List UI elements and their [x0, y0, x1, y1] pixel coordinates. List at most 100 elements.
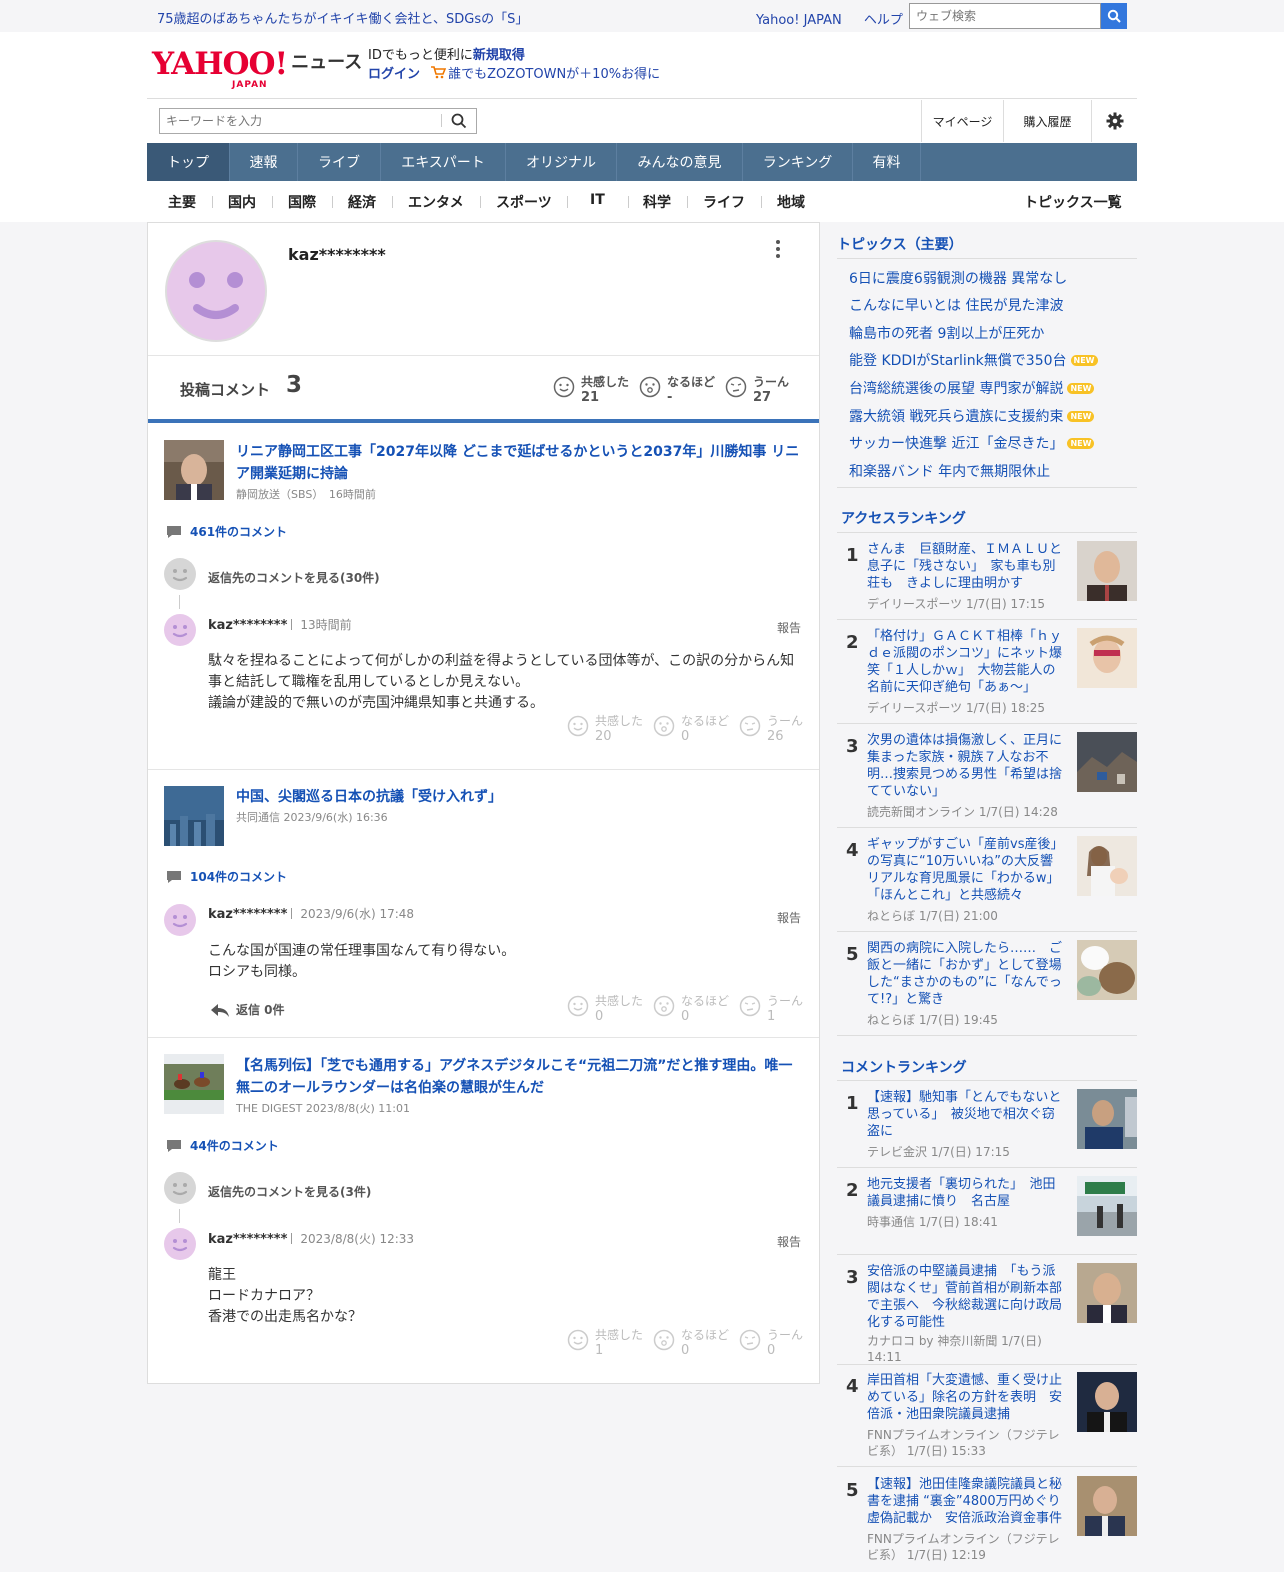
report-link[interactable]: 報告 [777, 909, 801, 926]
tab-breaking[interactable]: 速報 [230, 143, 298, 181]
reaction-insightful-button[interactable]: なるほど 0 [653, 993, 729, 1025]
ranking-item[interactable]: 3 安倍派の中堅議員逮捕 「もう派閥はなくせ」菅前首相が刷新本部で主張へ 今秋総… [837, 1263, 1137, 1364]
ranking-item[interactable]: 5 【速報】池田佳隆衆議院議員と秘書を逮捕 “裏金”4800万円めぐり虚偽記載か… [837, 1476, 1137, 1572]
divider [837, 931, 1137, 932]
reaction-hmm-button[interactable]: うーん 26 [739, 713, 803, 745]
zozotown-promo-link[interactable]: 誰でもZOZOTOWNが＋10%お得に [448, 67, 660, 82]
topics-all-link[interactable]: トピックス一覧 [1024, 192, 1122, 212]
register-link[interactable]: 新規取得 [473, 48, 525, 63]
article-title[interactable]: 中国、尖閣巡る日本の抗議「受け入れず」 [236, 786, 804, 808]
tab-paid[interactable]: 有料 [853, 143, 921, 181]
category-nav: 主要 国内 国際 経済 エンタメ スポーツ IT 科学 ライフ 地域 トピックス… [147, 190, 1137, 214]
keyword-search-input[interactable] [159, 108, 477, 134]
topic-link[interactable]: こんなに早いとは 住民が見た津波 [849, 295, 1063, 315]
ranking-item[interactable]: 1 さんま 巨額財産、ＩＭＡＬＵと息子に「残さない」 家も車も別荘も きよしに理… [837, 541, 1137, 637]
topic-link[interactable]: 能登 KDDIがStarlink無償で350台 NEW [849, 350, 1098, 370]
reaction-hmm-button[interactable]: うーん 1 [739, 993, 803, 1025]
comment-user[interactable]: kaz******** 2023/8/8(火) 12:33 [208, 1230, 414, 1247]
topic-link[interactable]: 露大統領 戦死兵ら遺族に支援約束 NEW [849, 406, 1095, 426]
cat-life[interactable]: ライフ [703, 192, 745, 212]
tab-ranking[interactable]: ランキング [743, 143, 853, 181]
report-link[interactable]: 報告 [777, 619, 801, 636]
smiley-icon [172, 1239, 188, 1252]
article-title[interactable]: リニア静岡工区工事「2027年以降 どこまで延ばせるかというと2037年」川勝知… [236, 441, 804, 485]
avatar [164, 904, 196, 936]
topic-link[interactable]: 和楽器バンド 年内で無期限休止 [849, 461, 1050, 481]
smiley-icon [172, 1183, 188, 1196]
ranking-item[interactable]: 2 「格付け」ＧＡＣＫＴ相棒「ｈｙｄｅ派閥のポンコツ」にネット爆笑「１人しかｗ」… [837, 628, 1137, 724]
cat-main[interactable]: 主要 [168, 192, 196, 212]
reaction-insightful-button[interactable]: なるほど 0 [653, 713, 729, 745]
cat-economy[interactable]: 経済 [348, 192, 376, 212]
ranking-thumbnail [1077, 940, 1137, 1000]
help-link[interactable]: ヘルプ [864, 13, 903, 28]
tab-original[interactable]: オリジナル [506, 143, 617, 181]
login-link[interactable]: ログイン [368, 67, 420, 82]
cat-sports[interactable]: スポーツ [496, 192, 552, 212]
comment-ranking-title[interactable]: コメントランキング [841, 1057, 967, 1077]
report-link[interactable]: 報告 [777, 1233, 801, 1250]
ranking-item[interactable]: 1 【速報】馳知事「とんでもないと思っている」 被災地で相次ぐ窃盗に テレビ金沢… [837, 1089, 1137, 1169]
tab-opinions[interactable]: みんなの意見 [617, 143, 743, 181]
ranking-item[interactable]: 4 ギャップがすごい「産前vs産後」の写真に“10万いいね”の大反響 リアルな育… [837, 836, 1137, 932]
cat-entertainment[interactable]: エンタメ [408, 192, 464, 212]
see-parent-comment-link[interactable]: 返信先のコメントを見る(3件) [208, 1183, 371, 1200]
thinking-face-icon [739, 995, 761, 1017]
topics-title[interactable]: トピックス（主要） [837, 234, 963, 254]
reaction-empathy-button[interactable]: 共感した 0 [567, 993, 643, 1025]
comment-count-link[interactable]: 104件のコメント [166, 868, 287, 885]
surprised-face-icon [653, 995, 675, 1017]
divider [837, 827, 1137, 828]
web-search-button[interactable] [1101, 3, 1127, 29]
comment-count-link[interactable]: 461件のコメント [166, 523, 287, 540]
see-parent-comment-link[interactable]: 返信先のコメントを見る(30件) [208, 569, 380, 586]
reply-button[interactable]: 返信 0件 [210, 1001, 285, 1018]
reaction-empathy-button[interactable]: 共感した 20 [567, 713, 643, 745]
ranking-item[interactable]: 3 次男の遺体は損傷激しく、正月に集まった家族・親族７人なお不明…捜索見つめる男… [837, 732, 1137, 828]
comment-count-link[interactable]: 44件のコメント [166, 1137, 279, 1154]
ranking-item[interactable]: 4 岸田首相「大変遺憾、重く受け止めている」除名の方針を表明 安倍派・池田衆院議… [837, 1372, 1137, 1472]
promo-link[interactable]: 75歳超のばあちゃんたちがイキイキ働く会社と、SDGsの「S」 [157, 8, 528, 27]
article-thumbnail[interactable] [164, 1054, 224, 1114]
access-ranking-title[interactable]: アクセスランキング [841, 508, 966, 528]
cat-it[interactable]: IT [590, 192, 605, 208]
yahoo-japan-link[interactable]: Yahoo! JAPAN [756, 13, 842, 28]
article-thumbnail[interactable] [164, 786, 224, 846]
divider [837, 1466, 1137, 1467]
tab-top[interactable]: トップ [147, 143, 230, 181]
ranking-item[interactable]: 5 関西の病院に入院したら…… ご飯と一緒に「おかず」として登場した“まさかのも… [837, 940, 1137, 1036]
comment-bubble-icon [167, 870, 181, 883]
reaction-empathy-button[interactable]: 共感した 1 [567, 1327, 643, 1359]
reaction-hmm-button[interactable]: うーん 0 [739, 1327, 803, 1359]
purchase-history-button[interactable]: 購入履歴 [1003, 100, 1091, 142]
tab-live[interactable]: ライブ [298, 143, 381, 181]
topic-link[interactable]: 台湾総統選後の展望 専門家が解説 NEW [849, 378, 1095, 398]
web-search-input[interactable] [909, 3, 1101, 29]
topic-link[interactable]: 輪島市の死者 9割以上が圧死か [849, 323, 1044, 343]
sep [332, 196, 333, 208]
topic-link[interactable]: サッカー快進撃 近江「金尽きた」 NEW [849, 433, 1095, 453]
avatar [165, 240, 267, 342]
search-icon [1107, 9, 1121, 23]
ranking-item[interactable]: 2 地元支援者「裏切られた」 池田議員逮捕に憤り 名古屋 時事通信 1/7(日)… [837, 1176, 1137, 1256]
article-thumbnail[interactable] [164, 440, 224, 500]
topic-link[interactable]: 6日に震度6弱観測の機器 異常なし [849, 268, 1067, 288]
cat-domestic[interactable]: 国内 [228, 192, 256, 212]
more-menu-icon[interactable] [774, 239, 782, 259]
mypage-button[interactable]: マイページ [921, 100, 1003, 142]
reaction-insightful-button[interactable]: なるほど 0 [653, 1327, 729, 1359]
avatar [164, 614, 196, 646]
settings-button[interactable] [1091, 100, 1137, 142]
cat-science[interactable]: 科学 [643, 192, 671, 212]
cat-international[interactable]: 国際 [288, 192, 316, 212]
comment-user[interactable]: kaz******** 13時間前 [208, 616, 352, 633]
search-icon[interactable] [450, 112, 468, 130]
sep [761, 196, 762, 208]
yahoo-news-logo[interactable]: YAHOO! ニュース JAPAN [152, 46, 362, 90]
sep [212, 196, 213, 208]
cat-region[interactable]: 地域 [777, 192, 805, 212]
article-title[interactable]: 【名馬列伝】「芝でも通用する」アグネスデジタルこそ“元祖二刀流”だと推す理由。唯… [236, 1055, 804, 1099]
avatar [164, 558, 196, 590]
tab-expert[interactable]: エキスパート [381, 143, 506, 181]
comment-user[interactable]: kaz******** 2023/9/6(水) 17:48 [208, 905, 414, 922]
